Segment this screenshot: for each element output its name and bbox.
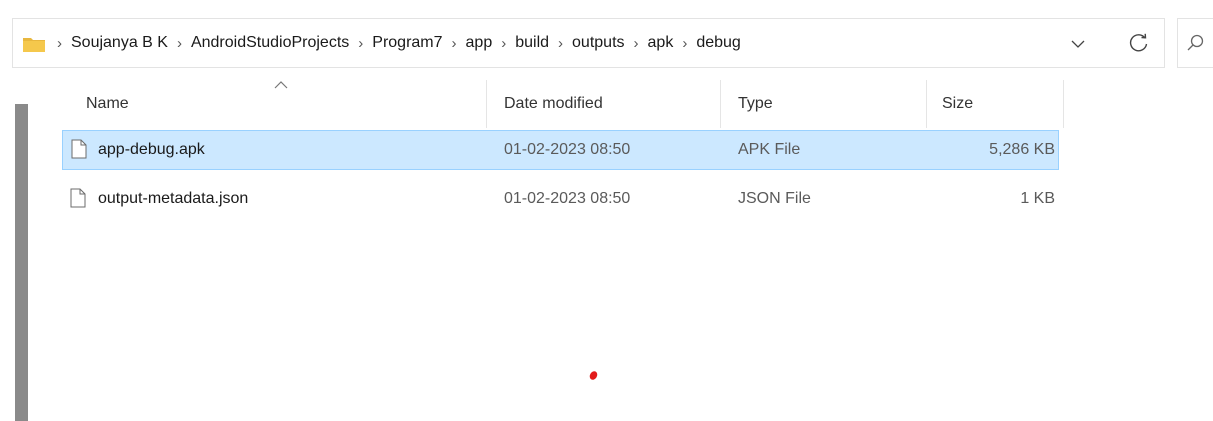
chevron-down-icon[interactable] bbox=[1069, 35, 1087, 53]
breadcrumb-separator[interactable]: › bbox=[682, 35, 687, 52]
file-name[interactable]: app-debug.apk bbox=[98, 131, 205, 169]
navigation-pane bbox=[0, 80, 32, 421]
column-header-size[interactable]: Size bbox=[942, 80, 973, 128]
file-date-modified: 01-02-2023 08:50 bbox=[504, 190, 631, 207]
breadcrumb-debug[interactable]: debug bbox=[696, 34, 741, 52]
breadcrumb-separator[interactable]: › bbox=[452, 35, 457, 52]
breadcrumb-separator[interactable]: › bbox=[558, 35, 563, 52]
file-row-output-metadata-json[interactable]: output-metadata.json 01-02-2023 08:50 JS… bbox=[62, 180, 1059, 220]
breadcrumb-separator[interactable]: › bbox=[501, 35, 506, 52]
column-divider[interactable] bbox=[486, 80, 487, 128]
navigation-scrollbar-thumb[interactable] bbox=[15, 104, 28, 421]
sort-ascending-icon bbox=[274, 81, 288, 89]
file-date-modified: 01-02-2023 08:50 bbox=[504, 141, 631, 158]
column-divider[interactable] bbox=[720, 80, 721, 128]
column-headers: Name Date modified Type Size bbox=[62, 80, 1064, 128]
file-type: APK File bbox=[738, 141, 801, 158]
file-row-app-debug-apk[interactable]: app-debug.apk 01-02-2023 08:50 APK File … bbox=[62, 130, 1059, 170]
refresh-icon[interactable] bbox=[1128, 32, 1150, 54]
breadcrumb-outputs[interactable]: outputs bbox=[572, 34, 624, 52]
column-header-type[interactable]: Type bbox=[738, 80, 773, 128]
breadcrumb-separator[interactable]: › bbox=[358, 35, 363, 52]
breadcrumb-separator[interactable]: › bbox=[57, 35, 62, 52]
breadcrumb-app[interactable]: app bbox=[466, 34, 493, 52]
file-icon bbox=[70, 188, 86, 208]
file-size: 5,286 KB bbox=[989, 141, 1055, 158]
breadcrumb-program7[interactable]: Program7 bbox=[372, 34, 442, 52]
breadcrumb-androidstudioprojects[interactable]: AndroidStudioProjects bbox=[191, 34, 349, 52]
breadcrumb: › Soujanya B K › AndroidStudioProjects ›… bbox=[57, 19, 741, 67]
breadcrumb-separator[interactable]: › bbox=[634, 35, 639, 52]
file-name[interactable]: output-metadata.json bbox=[98, 180, 248, 218]
window-top-strip bbox=[0, 0, 1213, 8]
breadcrumb-apk[interactable]: apk bbox=[648, 34, 674, 52]
breadcrumb-separator[interactable]: › bbox=[177, 35, 182, 52]
search-icon bbox=[1187, 34, 1204, 51]
address-bar[interactable]: › Soujanya B K › AndroidStudioProjects ›… bbox=[12, 18, 1165, 68]
annotation-dot bbox=[588, 369, 599, 382]
column-divider[interactable] bbox=[1063, 80, 1064, 128]
breadcrumb-build[interactable]: build bbox=[515, 34, 549, 52]
breadcrumb-soujanya-b-k[interactable]: Soujanya B K bbox=[71, 34, 168, 52]
file-type: JSON File bbox=[738, 190, 811, 207]
column-divider[interactable] bbox=[926, 80, 927, 128]
search-input[interactable] bbox=[1177, 18, 1213, 68]
column-header-name[interactable]: Name bbox=[86, 80, 129, 128]
folder-icon bbox=[23, 38, 45, 52]
column-header-date-modified[interactable]: Date modified bbox=[504, 80, 603, 128]
file-size: 1 KB bbox=[1020, 190, 1055, 207]
file-icon bbox=[71, 139, 87, 159]
